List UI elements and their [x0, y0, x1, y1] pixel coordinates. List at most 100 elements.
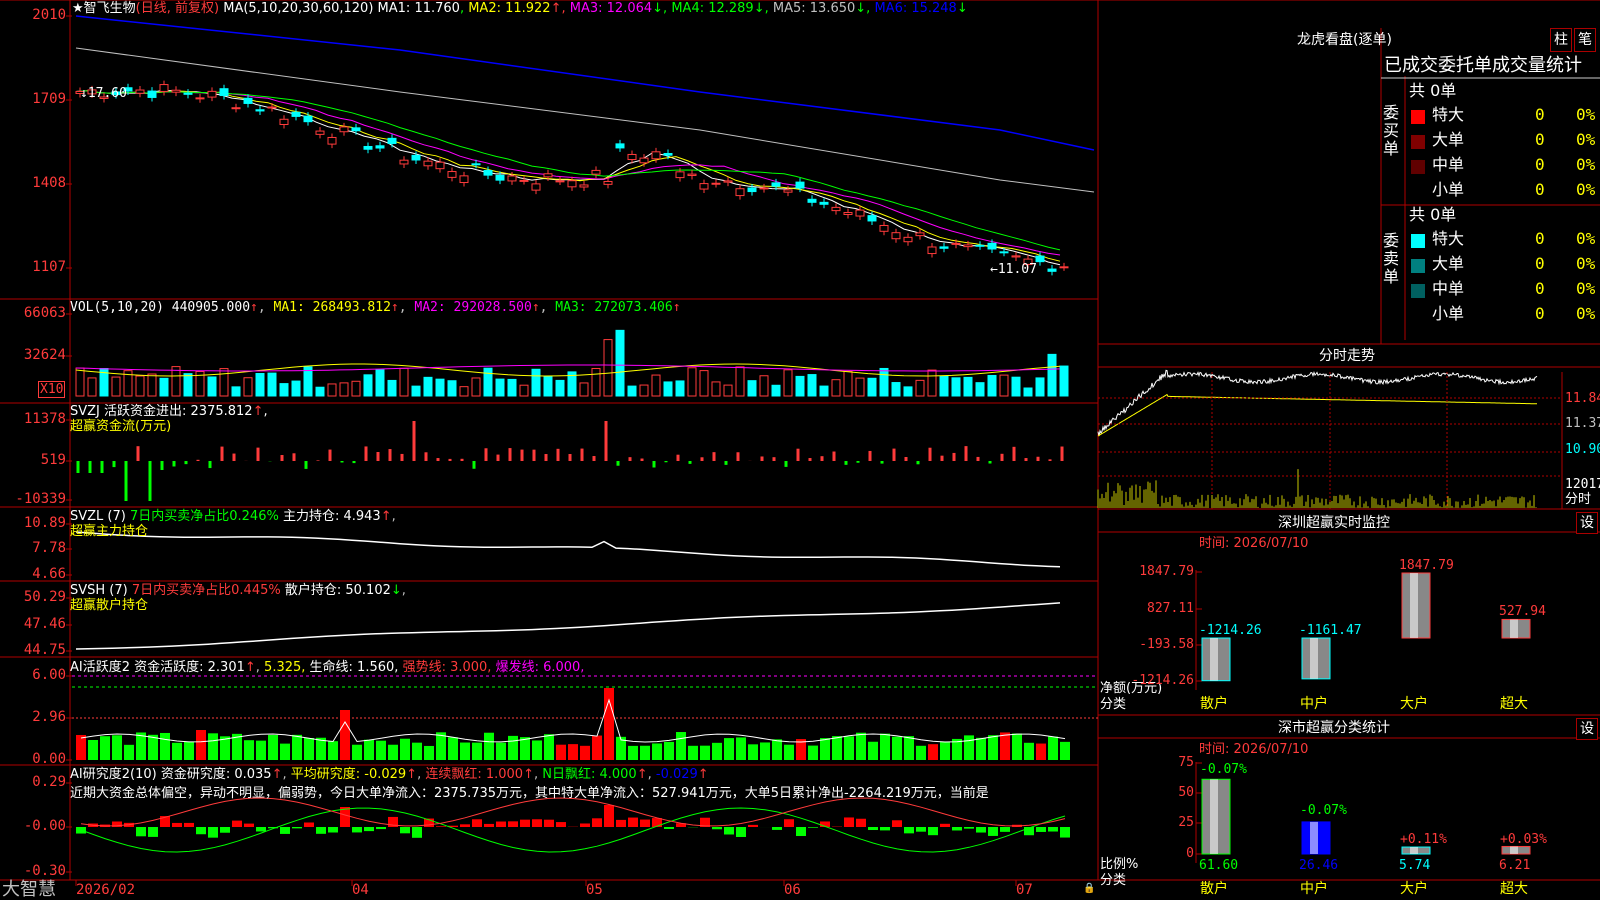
- volume-bar: [1035, 377, 1045, 397]
- volume-bar: [999, 374, 1009, 397]
- sz-stats-time: 时间: 2026/07/10: [1199, 742, 1309, 757]
- activity-bar: [328, 741, 338, 760]
- tab-header[interactable]: 已成交委托单成交量统计: [1384, 56, 1582, 76]
- volume-bar: [75, 367, 85, 397]
- research-bar: [712, 827, 722, 830]
- activity-bar: [484, 732, 494, 760]
- sz-stats-settings-button[interactable]: 设: [1576, 718, 1598, 740]
- candle: [759, 187, 769, 190]
- research-bar: [520, 819, 530, 827]
- ma-arrow: ↓: [956, 1, 968, 16]
- y-tick-label: 1709: [32, 91, 66, 107]
- ma-value: MA6: 15.248: [874, 1, 957, 16]
- research-bar: [592, 818, 602, 827]
- y-tick-label: -0.00: [23, 818, 66, 834]
- vol-header: VOL(5,10,20) 440905.000↑, MA1: 268493.81…: [70, 300, 681, 315]
- candle: [879, 224, 889, 232]
- volume-bar: [891, 382, 901, 397]
- activity-bar: [1036, 743, 1046, 760]
- candle: [351, 127, 361, 132]
- activity-bar: [640, 745, 650, 760]
- activity-bar: [928, 744, 938, 760]
- ma-value: MA5: 13.650: [772, 1, 856, 16]
- candle: [219, 88, 229, 97]
- activity-bar: [100, 736, 110, 760]
- candle: [579, 184, 589, 188]
- research-bar: [736, 827, 746, 837]
- sz-monitor-settings-button[interactable]: 设: [1576, 512, 1598, 534]
- candle: [555, 180, 565, 183]
- row-percent: 0%: [1576, 155, 1596, 174]
- candle: [315, 130, 325, 135]
- activity-bar: [592, 735, 602, 760]
- activity-bar: [688, 745, 698, 760]
- volume-bar: [711, 381, 721, 397]
- candle: [903, 236, 913, 243]
- candle: [687, 173, 697, 176]
- y-tick-label: 11378: [23, 411, 66, 427]
- candle: [927, 246, 937, 255]
- activity-bar: [988, 735, 998, 760]
- research-bar: [508, 821, 518, 827]
- volume-bar: [903, 386, 913, 397]
- row-percent: 0%: [1576, 279, 1596, 298]
- candle: [483, 170, 493, 176]
- candle: [747, 187, 757, 193]
- volume-bar: [879, 367, 889, 397]
- candle: [303, 115, 313, 123]
- volume-bar: [423, 376, 433, 397]
- research-bar: [1036, 827, 1046, 832]
- activity-bar: [124, 744, 134, 760]
- activity-bar: [1048, 736, 1058, 760]
- candle: [327, 136, 337, 145]
- volume-bar: [147, 373, 157, 397]
- ma-value: MA4: 12.289: [671, 1, 754, 16]
- row-volume: 0: [1535, 180, 1545, 199]
- research-bar: [220, 827, 230, 833]
- bar-highlight: [1510, 619, 1518, 638]
- row-volume: 0: [1535, 229, 1545, 248]
- candle: [243, 97, 253, 104]
- candle: [363, 145, 373, 150]
- svsh-sub: 超赢散户持仓: [70, 598, 149, 613]
- bar-value-label: 6.21: [1499, 858, 1531, 873]
- main-chart-header: ★智飞生物(日线, 前复权) MA(5,10,20,30,60,120) MA1…: [72, 1, 968, 16]
- ma-arrow: ↓,: [855, 1, 875, 16]
- activity-bar: [448, 737, 458, 760]
- volume-bar: [255, 373, 265, 397]
- volume-bar: [735, 366, 745, 397]
- research-bar: [616, 819, 626, 827]
- x-tick-label: 06: [784, 882, 801, 898]
- research-bar: [244, 823, 254, 827]
- row-name: 大单: [1432, 130, 1465, 149]
- activity-bar: [892, 736, 902, 760]
- tick-mode-button[interactable]: 笔: [1574, 28, 1596, 52]
- ma-value: MA1: 11.760: [377, 1, 460, 16]
- volume-bar: [507, 378, 517, 397]
- volume-bar: [699, 370, 709, 397]
- candle: [1059, 266, 1069, 269]
- intraday-vol: 12017: [1565, 477, 1600, 492]
- volume-bar: [987, 374, 997, 397]
- research-bar: [472, 819, 482, 827]
- bar-highlight: [1410, 573, 1418, 638]
- research-bar: [664, 827, 674, 829]
- activity-bar: [412, 742, 422, 760]
- research-bar: [904, 827, 914, 834]
- activity-bar: [916, 745, 926, 760]
- research-bar: [1060, 827, 1070, 838]
- activity-bar: [568, 744, 578, 760]
- candle: [855, 209, 865, 217]
- ma-arrow: ↓,: [652, 1, 672, 16]
- activity-bar: [1060, 741, 1070, 760]
- activity-bar: [76, 734, 86, 760]
- volume-bar: [243, 377, 253, 397]
- volume-bar: [375, 369, 385, 397]
- candle: [627, 153, 637, 161]
- svsh-header: SVSH (7) 7日内买卖净占比0.445% 散户持仓: 50.102↓,: [70, 583, 406, 598]
- color-swatch: [1411, 234, 1425, 248]
- activity-bar: [712, 742, 722, 760]
- candle: [519, 179, 529, 182]
- category-label: 中户: [1300, 696, 1328, 712]
- bar-mode-button[interactable]: 柱: [1550, 28, 1572, 52]
